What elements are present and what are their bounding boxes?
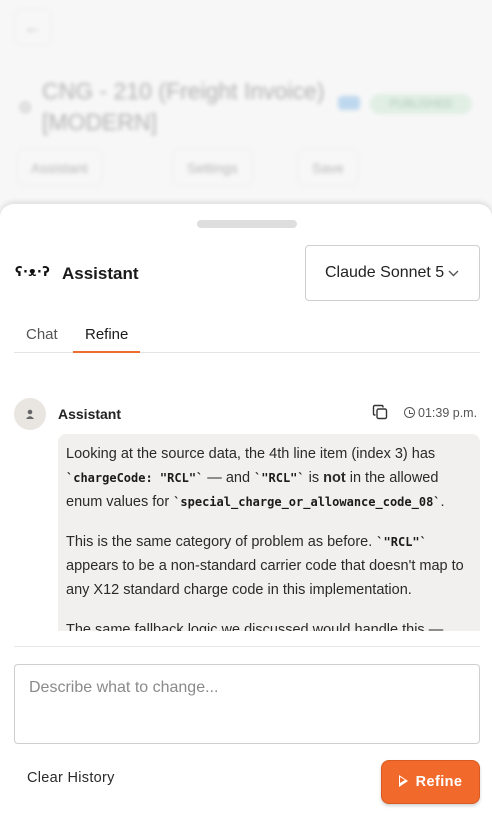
copy-icon[interactable] [372, 404, 388, 420]
play-icon [398, 775, 408, 787]
message-paragraph-3: The same fallback logic we discussed wou… [66, 622, 444, 631]
tab-chat[interactable]: Chat [14, 326, 70, 353]
message-paragraph-1: Looking at the source data, the 4th line… [66, 446, 445, 510]
clock-icon [404, 407, 415, 418]
message-time-text: 01:39 p.m. [418, 406, 478, 420]
refine-input[interactable] [14, 664, 480, 744]
divider [14, 646, 480, 647]
sheet-title: Assistant [62, 264, 139, 283]
tab-refine[interactable]: Refine [73, 326, 141, 353]
avatar [14, 398, 46, 430]
drag-handle[interactable] [197, 220, 297, 228]
refine-button[interactable]: Refine [381, 760, 480, 804]
tab-bar: Chat Refine [14, 326, 480, 353]
message-list[interactable]: Assistant 01:39 p.m. Looking at the sour… [14, 398, 480, 631]
message-paragraph-2: This is the same category of problem as … [66, 534, 464, 598]
model-select[interactable]: Claude Sonnet 5 [305, 245, 480, 301]
refine-button-label: Refine [415, 774, 463, 790]
model-select-value: Claude Sonnet 5 [325, 264, 445, 281]
message-bubble: Looking at the source data, the 4th line… [58, 434, 480, 631]
chevron-down-icon [448, 246, 459, 300]
assistant-logo-icon: ʕ·ᴥ·ʔ [15, 265, 51, 280]
message-time: 01:39 p.m. [404, 406, 477, 420]
message-sender: Assistant [58, 406, 122, 422]
clear-history-button[interactable]: Clear History [14, 763, 128, 793]
assistant-sheet: ʕ·ᴥ·ʔ Assistant Claude Sonnet 5 Chat Ref… [0, 203, 492, 813]
